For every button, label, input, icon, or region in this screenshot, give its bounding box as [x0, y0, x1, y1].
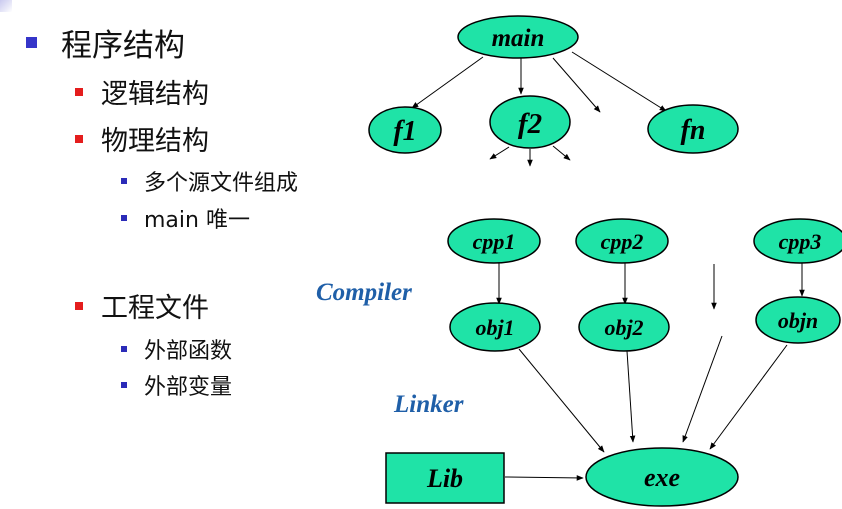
node-fn: fn [647, 104, 739, 154]
node-label: obj1 [475, 315, 514, 340]
node-exe: exe [585, 447, 739, 507]
node-label: objn [778, 308, 818, 333]
edge-main-more [552, 57, 601, 113]
node-label: fn [681, 115, 706, 146]
compiler-label: Compiler [316, 279, 412, 306]
build-edges [496, 263, 805, 481]
edge-lib-exe [504, 475, 584, 481]
node-label: obj2 [604, 315, 643, 340]
node-main: main [457, 15, 579, 59]
node-label: cpp3 [779, 229, 822, 254]
node-cpp1: cpp1 [447, 218, 541, 264]
edge-obj1-exe [518, 348, 605, 453]
node-obj1: obj1 [449, 302, 541, 352]
node-obj2: obj2 [578, 302, 670, 352]
node-label: cpp2 [601, 229, 644, 254]
node-label: Lib [426, 464, 463, 493]
linker-label: Linker [393, 391, 464, 418]
node-lib: Lib [385, 452, 505, 504]
program-structure-diagram: main f1 f2 fn cpp1 cpp2 cpp3 obj1 obj2 o… [316, 15, 842, 507]
node-label: main [492, 25, 545, 52]
node-label: f1 [393, 116, 416, 147]
node-cpp3: cpp3 [753, 218, 842, 264]
node-f2: f2 [489, 95, 571, 149]
edge-f2-left [489, 146, 510, 160]
edge-main-fn [571, 51, 667, 112]
node-f1: f1 [368, 106, 442, 154]
edge-obj2-exe [626, 350, 636, 443]
edge-objn-exe [709, 344, 788, 450]
edge-ellipsis-exe [682, 335, 723, 443]
node-objn: objn [755, 296, 841, 344]
node-label: cpp1 [473, 229, 516, 254]
node-cpp2: cpp2 [575, 218, 669, 264]
edge-f2-right [552, 145, 571, 161]
edge-main-f1 [411, 56, 484, 109]
node-label: exe [644, 463, 680, 492]
node-label: f2 [518, 108, 542, 140]
